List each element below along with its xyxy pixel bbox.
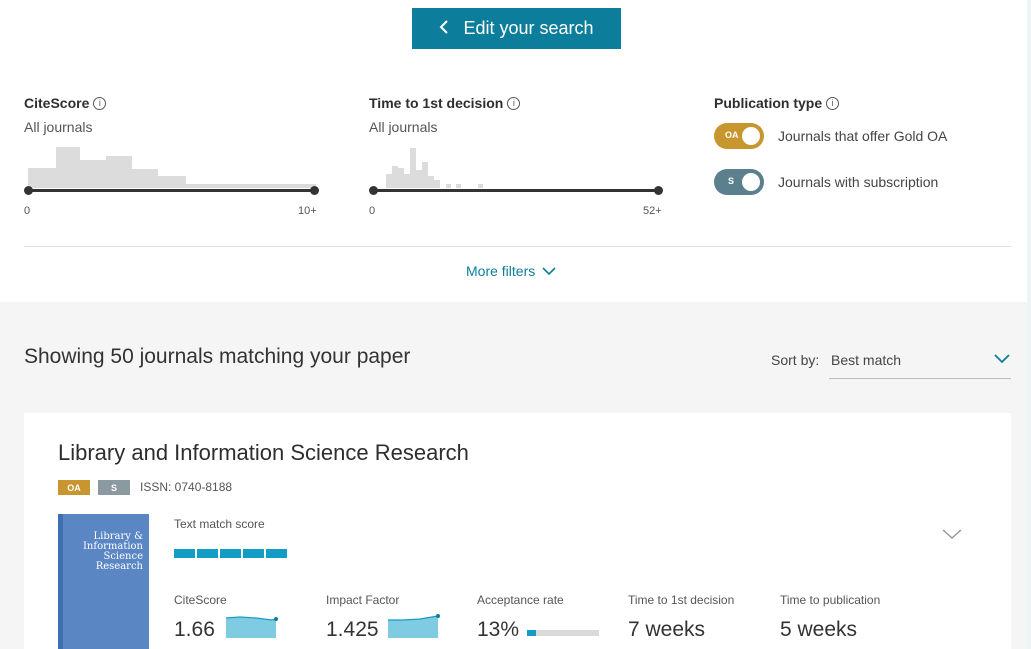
- more-filters-label: More filters: [466, 263, 536, 279]
- subscription-badge: S: [98, 480, 130, 495]
- expand-card-chevron-icon[interactable]: [941, 527, 963, 546]
- citescore-filter-title: CiteScore i: [24, 95, 107, 111]
- time-decision-slider-track: [373, 189, 658, 192]
- acceptance-rate-bar: [527, 630, 599, 636]
- time-decision-metric-value: 7 weeks: [628, 618, 706, 641]
- publication-type-title: Publication type i: [714, 95, 840, 111]
- acceptance-rate-label: Acceptance rate: [477, 593, 564, 607]
- issn-text: ISSN: 0740-8188: [140, 480, 233, 494]
- acceptance-rate-fill: [527, 630, 537, 636]
- page-edge: [1027, 0, 1031, 649]
- time-publication-value: 5 weeks: [780, 618, 858, 641]
- time-decision-filter-title: Time to 1st decision i: [369, 95, 521, 111]
- time-publication-label: Time to publication: [780, 593, 881, 607]
- filters-panel: Edit your search CiteScore i All journal…: [0, 0, 1031, 302]
- time-decision-max-label: 52+: [643, 205, 662, 217]
- oa-badge: OA: [58, 480, 90, 495]
- time-decision-slider-min-handle[interactable]: [369, 186, 378, 195]
- more-filters-link[interactable]: More filters: [466, 263, 557, 279]
- text-match-score-label: Text match score: [174, 517, 265, 531]
- gold-oa-toggle[interactable]: OA: [714, 123, 764, 149]
- journal-card[interactable]: Library and Information Science Research…: [24, 413, 1011, 649]
- info-icon[interactable]: i: [507, 96, 521, 110]
- gold-oa-toggle-row: OA Journals that offer Gold OA: [714, 123, 947, 149]
- time-decision-histogram: [372, 146, 662, 188]
- time-decision-slider-max-handle[interactable]: [654, 186, 663, 195]
- chevron-left-icon: [439, 19, 449, 38]
- impact-factor-sparkline: [388, 614, 440, 638]
- subscription-toggle-badge: S: [728, 176, 735, 186]
- sort-by-label: Sort by:: [771, 352, 820, 368]
- text-match-score-bar: [174, 549, 287, 558]
- score-segment: [243, 549, 264, 558]
- score-segment: [220, 549, 241, 558]
- chevron-down-icon: [541, 263, 557, 279]
- citescore-slider-min-handle[interactable]: [24, 186, 33, 195]
- cover-title: Library & Information Science Research: [82, 531, 143, 572]
- time-decision-metric-label: Time to 1st decision: [628, 593, 735, 607]
- citescore-sparkline: [226, 616, 278, 638]
- citescore-min-label: 0: [24, 205, 31, 217]
- filters-divider: [24, 246, 1011, 247]
- citescore-metric-label: CiteScore: [174, 593, 227, 607]
- subscription-label: Journals with subscription: [778, 174, 939, 190]
- time-decision-min-label: 0: [369, 205, 376, 217]
- toggle-knob: [742, 127, 760, 145]
- info-icon[interactable]: i: [93, 96, 107, 110]
- citescore-slider-track: [28, 189, 314, 192]
- time-decision-sub: All journals: [369, 119, 438, 135]
- gold-oa-toggle-badge: OA: [725, 130, 739, 140]
- subscription-toggle-row: S Journals with subscription: [714, 169, 938, 195]
- journal-cover-image: Library & Information Science Research: [58, 514, 149, 649]
- edit-search-button[interactable]: Edit your search: [412, 8, 621, 49]
- impact-factor-value: 1.425: [326, 618, 379, 641]
- citescore-metric-value: 1.66: [174, 618, 215, 641]
- publication-type-title-text: Publication type: [714, 95, 823, 111]
- impact-factor-label: Impact Factor: [326, 593, 400, 607]
- gold-oa-label: Journals that offer Gold OA: [778, 128, 948, 144]
- results-count-heading: Showing 50 journals matching your paper: [24, 345, 411, 368]
- subscription-toggle[interactable]: S: [714, 169, 764, 195]
- citescore-max-label: 10+: [298, 205, 317, 217]
- citescore-histogram: [28, 146, 318, 188]
- score-segment: [174, 549, 195, 558]
- acceptance-rate-value: 13%: [477, 618, 520, 641]
- edit-search-label: Edit your search: [463, 18, 594, 38]
- citescore-slider-max-handle[interactable]: [310, 186, 319, 195]
- journal-title[interactable]: Library and Information Science Research: [58, 440, 469, 466]
- chevron-down-icon: [993, 351, 1011, 369]
- info-icon[interactable]: i: [826, 96, 840, 110]
- sort-select-value: Best match: [831, 352, 902, 368]
- citescore-sub: All journals: [24, 119, 93, 135]
- score-segment: [197, 549, 218, 558]
- sort-select[interactable]: Best match: [829, 345, 1011, 379]
- citescore-title-text: CiteScore: [24, 95, 90, 111]
- score-segment: [266, 549, 287, 558]
- toggle-knob: [742, 173, 760, 191]
- time-decision-title-text: Time to 1st decision: [369, 95, 504, 111]
